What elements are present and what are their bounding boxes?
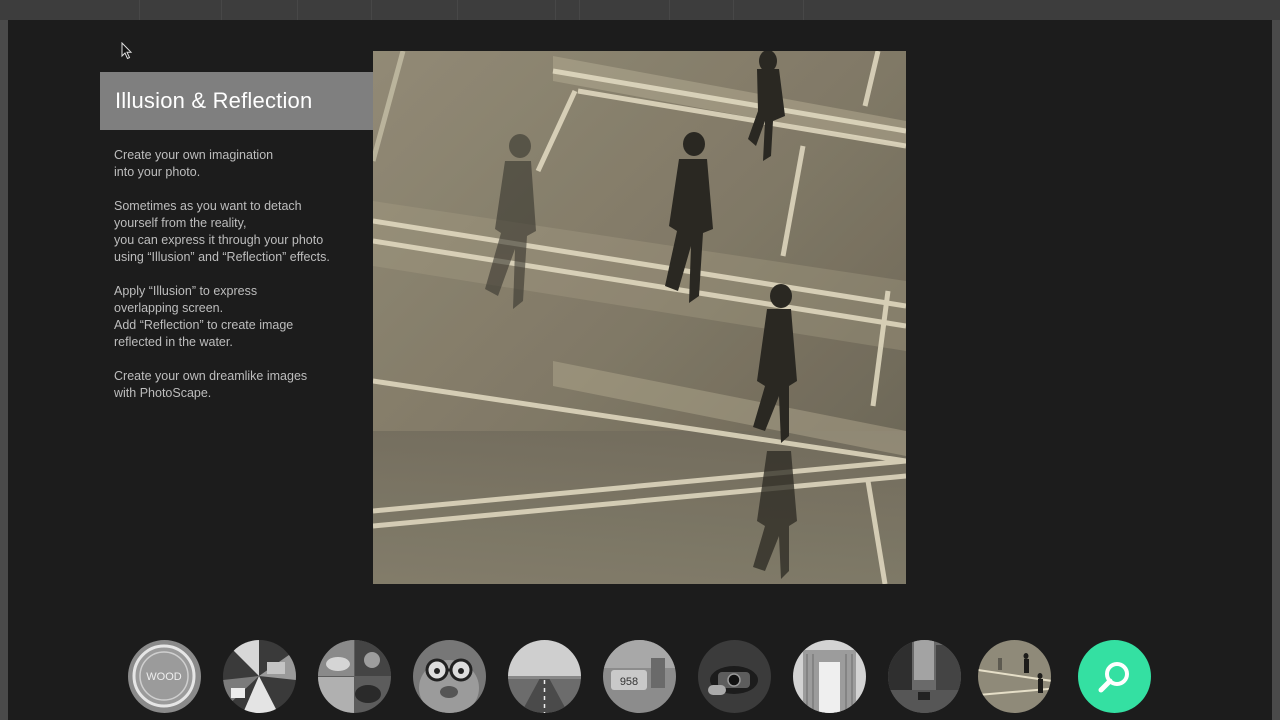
description-paragraph: Create your own dreamlike images with Ph… [114, 369, 308, 400]
description-paragraph: Sometimes as you want to detach yourself… [114, 199, 330, 264]
feature-title-box: Illusion & Reflection [100, 72, 410, 130]
feature-title: Illusion & Reflection [115, 88, 313, 113]
sign-thumbnail[interactable]: 958 [603, 640, 676, 713]
wood-sign-thumbnail[interactable]: WOOD [128, 640, 201, 713]
illusion-reflection-thumbnail[interactable] [978, 640, 1051, 713]
nav-segment[interactable] [0, 0, 140, 20]
camera-hands-thumbnail[interactable] [698, 640, 771, 713]
city-street-thumbnail[interactable] [888, 640, 961, 713]
nav-segment[interactable] [222, 0, 298, 20]
building-arch-thumbnail[interactable] [793, 640, 866, 713]
glasses-character-thumbnail[interactable] [413, 640, 486, 713]
top-navigation-bar [0, 0, 1280, 20]
nav-segment[interactable] [580, 0, 670, 20]
feature-description: Create your own imagination into your ph… [114, 147, 364, 419]
search-icon [1098, 661, 1129, 692]
thumbnail-text: 958 [620, 676, 638, 688]
window-edge [1272, 20, 1280, 720]
nav-segment[interactable] [372, 0, 458, 20]
food-collage-thumbnail[interactable] [318, 640, 391, 713]
description-paragraph: Create your own imagination into your ph… [114, 148, 274, 179]
window-edge [0, 20, 8, 720]
nav-segment[interactable] [458, 0, 556, 20]
nav-segment[interactable] [140, 0, 222, 20]
mouse-cursor-icon [121, 42, 133, 60]
nav-segment[interactable] [298, 0, 372, 20]
thumbnail-text: WOOD [146, 671, 181, 683]
effects-thumbnail-strip: WOOD 958 [0, 640, 1280, 713]
nav-segment[interactable] [670, 0, 734, 20]
collage-thumbnail[interactable] [223, 640, 296, 713]
road-thumbnail[interactable] [508, 640, 581, 713]
description-paragraph: Apply “Illusion” to express overlapping … [114, 284, 294, 349]
search-button[interactable] [1078, 640, 1151, 713]
illusion-reflection-example-photo [373, 51, 906, 584]
nav-segment[interactable] [734, 0, 804, 20]
nav-segment[interactable] [556, 0, 580, 20]
